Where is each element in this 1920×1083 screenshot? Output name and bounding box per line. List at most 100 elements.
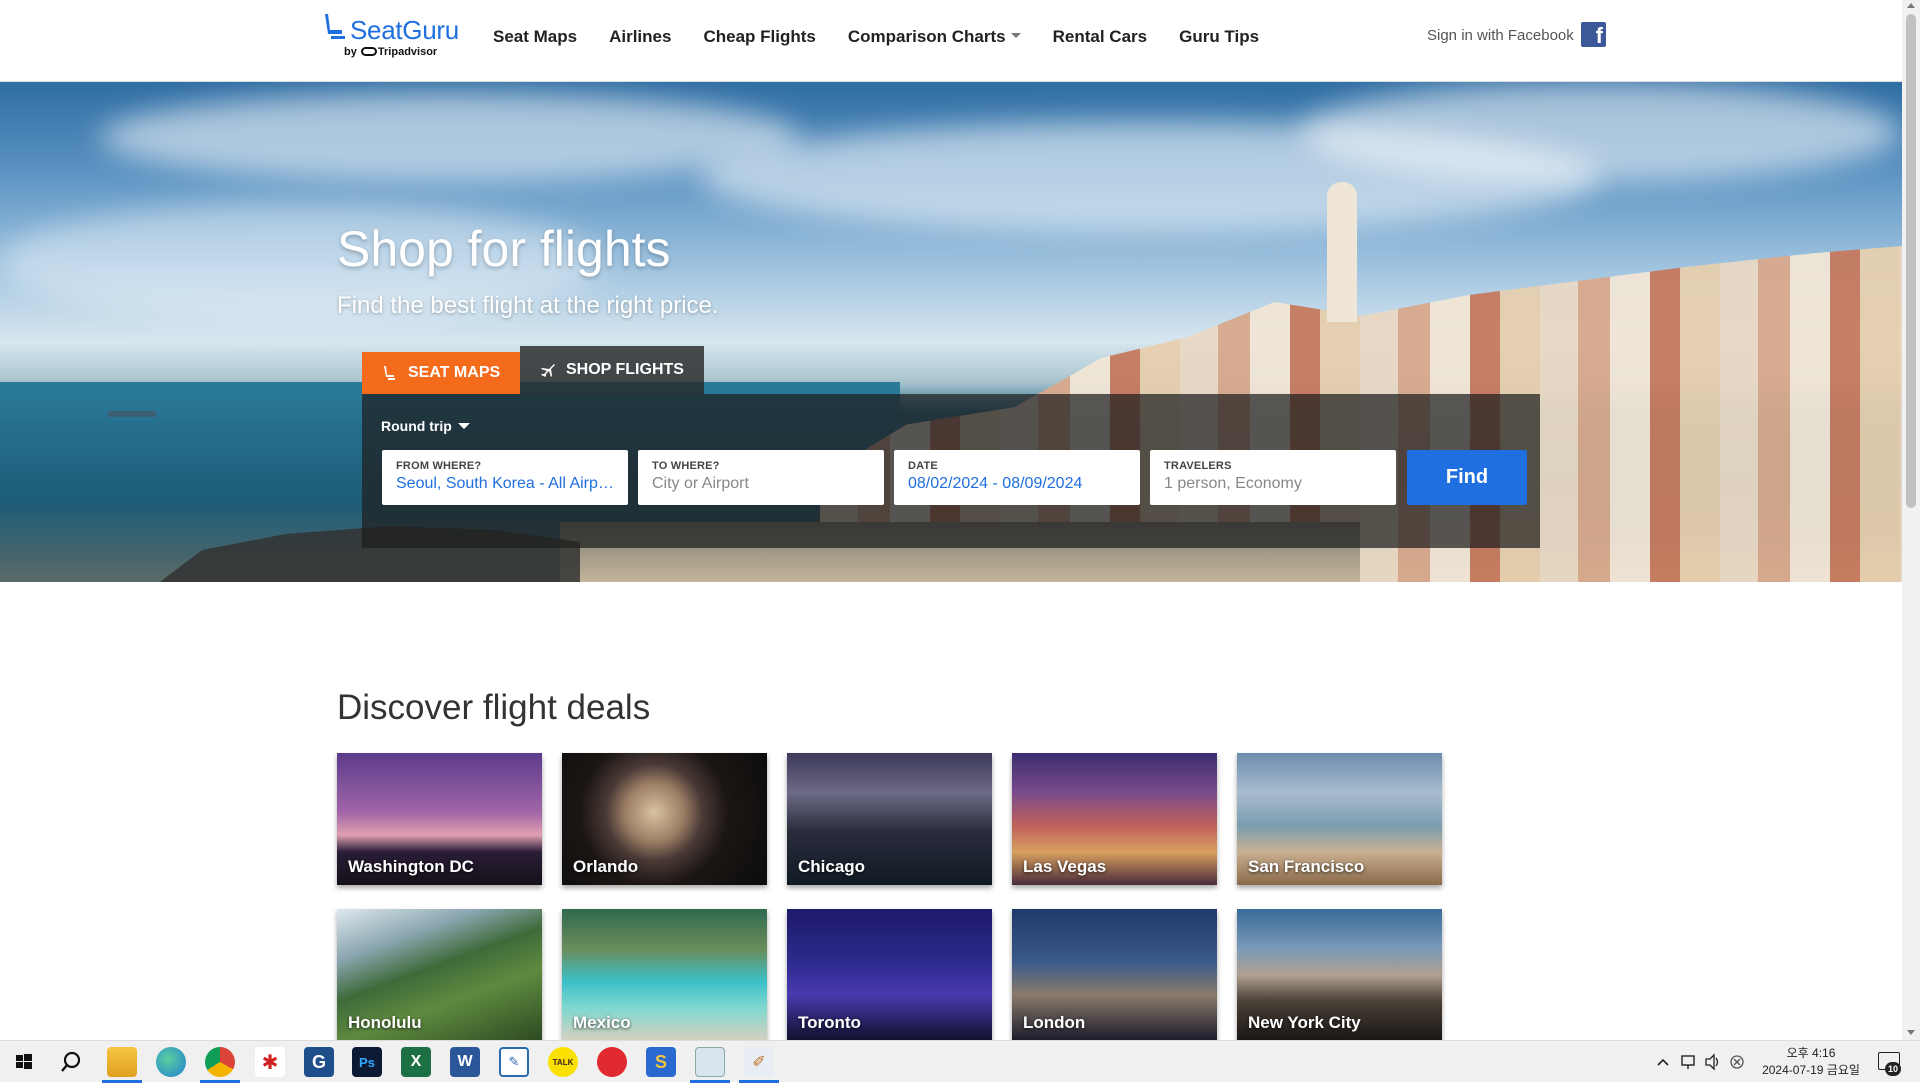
chevron-down-icon: [457, 423, 470, 429]
windows-taskbar: ✱ G Ps X W ✎ TALK S ✐ 오후 4:16 2024-07-19…: [0, 1040, 1920, 1083]
facebook-icon[interactable]: f: [1581, 22, 1606, 47]
deal-city-label: New York City: [1248, 1013, 1361, 1032]
chevron-down-icon: [1010, 33, 1021, 38]
date-value: 08/02/2024 - 08/09/2024: [908, 475, 1083, 492]
site-header: SeatGuru by Tripadvisor Seat Maps Airlin…: [0, 0, 1902, 82]
windows-start-icon[interactable]: [9, 1047, 39, 1077]
find-button[interactable]: Find: [1407, 450, 1527, 505]
nav-comparison-charts-label: Comparison Charts: [847, 27, 1006, 46]
seat-icon: [384, 366, 395, 380]
airplane-icon: [541, 364, 555, 377]
logo-by-label: by: [344, 46, 357, 58]
hero-bell-tower: [1327, 182, 1357, 322]
clock-time: 오후 4:16: [1786, 1046, 1836, 1060]
deal-city-label: Orlando: [573, 857, 639, 876]
deal-city-label: Toronto: [798, 1013, 861, 1032]
kakaotalk-icon[interactable]: TALK: [548, 1047, 578, 1077]
search-icon[interactable]: [56, 1047, 86, 1077]
travelers-value: 1 person, Economy: [1164, 475, 1302, 492]
seatguru-logo[interactable]: SeatGuru by Tripadvisor: [322, 12, 459, 62]
from-value: Seoul, South Korea - All Airports: [396, 475, 614, 492]
page-scrollbar[interactable]: [1902, 0, 1920, 1040]
status-x-icon[interactable]: [1728, 1041, 1746, 1083]
trip-type-label: Round trip: [381, 418, 452, 434]
nav-guru-tips[interactable]: Guru Tips: [1179, 27, 1259, 47]
hero-cloud: [100, 92, 800, 182]
app-red-icon[interactable]: ✱: [255, 1047, 285, 1077]
app-brush-icon[interactable]: ✐: [744, 1047, 774, 1077]
date-label: DATE: [908, 460, 938, 472]
tray-chevron-up-icon[interactable]: [1656, 1041, 1670, 1083]
deal-city-label: Honolulu: [348, 1013, 422, 1032]
notification-count-badge: 10: [1885, 1062, 1901, 1076]
hero-banner: Shop for flights Find the best flight at…: [0, 82, 1902, 582]
deal-city-label: Washington DC: [348, 857, 474, 876]
network-icon[interactable]: [1680, 1041, 1698, 1083]
nav-rental-cars[interactable]: Rental Cars: [1053, 27, 1147, 47]
deal-card-chicago[interactable]: Chicago: [787, 753, 992, 885]
word-icon[interactable]: W: [450, 1047, 480, 1077]
date-field[interactable]: DATE 08/02/2024 - 08/09/2024: [894, 450, 1140, 505]
app-window-icon[interactable]: [695, 1047, 725, 1077]
logo-byline: by Tripadvisor: [344, 46, 437, 58]
hero-ship: [108, 411, 156, 417]
deal-city-label: Mexico: [573, 1013, 631, 1032]
deals-title: Discover flight deals: [337, 688, 651, 727]
app-s-icon[interactable]: S: [646, 1047, 676, 1077]
chrome-icon[interactable]: [205, 1047, 235, 1077]
seat-logo-icon: [325, 14, 345, 39]
deal-card-london[interactable]: London: [1012, 909, 1217, 1040]
app-circle-red-icon[interactable]: [597, 1047, 627, 1077]
deal-card-new-york-city[interactable]: New York City: [1237, 909, 1442, 1040]
from-field[interactable]: FROM WHERE? Seoul, South Korea - All Air…: [382, 450, 628, 505]
travelers-label: TRAVELERS: [1164, 460, 1232, 472]
deal-card-las-vegas[interactable]: Las Vegas: [1012, 753, 1217, 885]
file-explorer-icon[interactable]: [107, 1047, 137, 1077]
to-placeholder: City or Airport: [652, 475, 749, 492]
scroll-down-icon[interactable]: [1907, 1030, 1915, 1035]
clock-date: 2024-07-19 금요일: [1762, 1063, 1860, 1077]
deal-card-washington-dc[interactable]: Washington DC: [337, 753, 542, 885]
logo-tripadvisor-label: Tripadvisor: [377, 46, 438, 58]
hero-cloud: [1300, 82, 1900, 182]
hero-subtitle: Find the best flight at the right price.: [337, 292, 719, 319]
nav-airlines[interactable]: Airlines: [609, 27, 671, 47]
travelers-field[interactable]: TRAVELERS 1 person, Economy: [1150, 450, 1396, 505]
deal-city-label: San Francisco: [1248, 857, 1365, 876]
tab-shop-flights-label: SHOP FLIGHTS: [566, 361, 684, 378]
nav-seat-maps[interactable]: Seat Maps: [493, 27, 577, 47]
deal-city-label: Las Vegas: [1023, 857, 1107, 876]
scroll-up-icon[interactable]: [1907, 3, 1915, 8]
main-nav: Seat Maps Airlines Cheap Flights Compari…: [493, 27, 1291, 47]
deal-card-honolulu[interactable]: Honolulu: [337, 909, 542, 1040]
scroll-thumb[interactable]: [1906, 14, 1916, 508]
from-label: FROM WHERE?: [396, 460, 482, 472]
nav-comparison-charts[interactable]: Comparison Charts: [848, 27, 1021, 47]
volume-icon[interactable]: [1704, 1041, 1722, 1083]
deal-card-toronto[interactable]: Toronto: [787, 909, 992, 1040]
deal-card-mexico[interactable]: Mexico: [562, 909, 767, 1040]
photoshop-icon[interactable]: Ps: [352, 1047, 382, 1077]
tab-shop-flights[interactable]: SHOP FLIGHTS: [520, 346, 704, 394]
tab-seat-maps[interactable]: SEAT MAPS: [362, 352, 520, 394]
edge-icon[interactable]: [156, 1047, 186, 1077]
tab-seat-maps-label: SEAT MAPS: [408, 364, 501, 381]
app-chart-icon[interactable]: ✎: [499, 1047, 529, 1077]
signin-facebook-link[interactable]: Sign in with Facebook: [1427, 27, 1574, 44]
deal-card-san-francisco[interactable]: San Francisco: [1237, 753, 1442, 885]
taskbar-clock[interactable]: 오후 4:16 2024-07-19 금요일: [1752, 1045, 1870, 1079]
logo-text: SeatGuru: [350, 15, 459, 45]
to-label: TO WHERE?: [652, 460, 720, 472]
nav-cheap-flights[interactable]: Cheap Flights: [703, 27, 815, 47]
to-field[interactable]: TO WHERE? City or Airport: [638, 450, 884, 505]
flight-search-panel: Round trip FROM WHERE? Seoul, South Kore…: [362, 394, 1540, 548]
trip-type-dropdown[interactable]: Round trip: [381, 418, 470, 434]
tripadvisor-owl-icon: [360, 47, 377, 56]
app-g-icon[interactable]: G: [304, 1047, 334, 1077]
deal-card-orlando[interactable]: Orlando: [562, 753, 767, 885]
deal-city-label: Chicago: [798, 857, 866, 876]
excel-icon[interactable]: X: [401, 1047, 431, 1077]
browser-viewport: SeatGuru by Tripadvisor Seat Maps Airlin…: [0, 0, 1902, 1040]
hero-title: Shop for flights: [337, 221, 671, 277]
deal-city-label: London: [1023, 1013, 1086, 1032]
